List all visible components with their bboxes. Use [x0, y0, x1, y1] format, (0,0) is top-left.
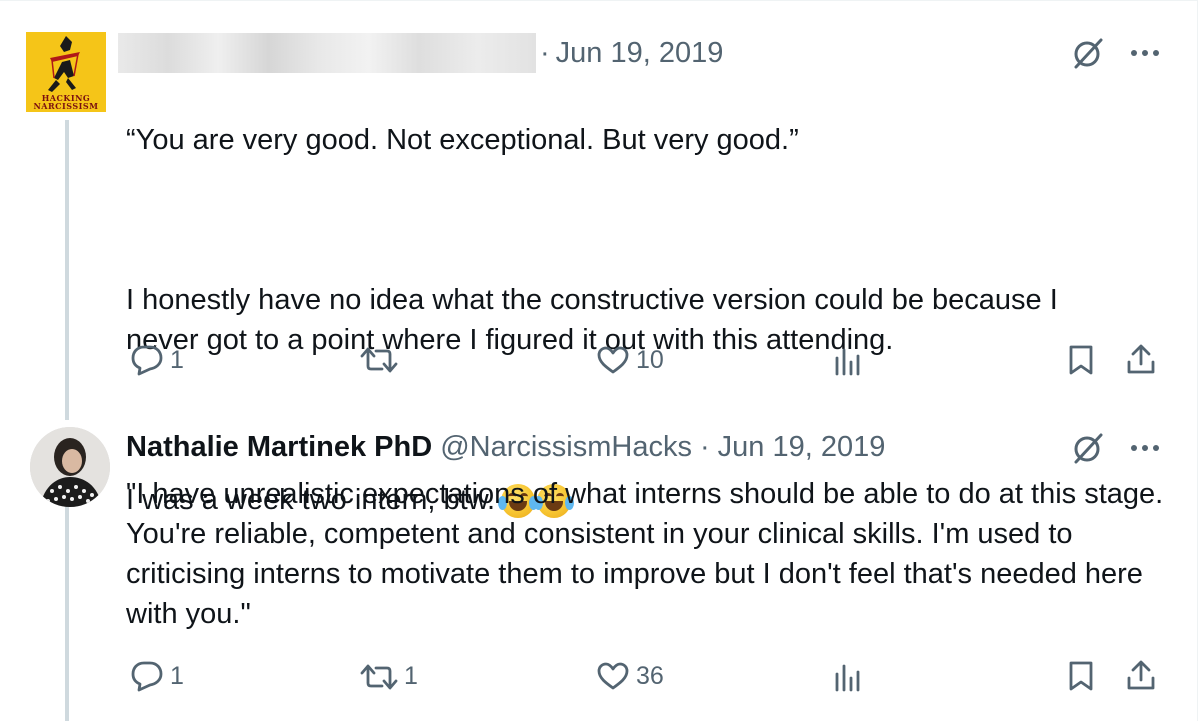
like-icon — [597, 662, 629, 690]
redacted-author-name[interactable] — [118, 33, 536, 73]
tweet-header: Nathalie Martinek PhD @NarcissismHacks ·… — [126, 427, 885, 467]
reply-icon — [131, 345, 163, 376]
bookmark-icon — [1069, 661, 1093, 691]
reply-button[interactable]: 1 — [130, 344, 184, 376]
reply-count: 1 — [170, 661, 184, 690]
bookmark-button[interactable] — [1068, 660, 1094, 692]
avatar-label: HACKING NARCISSISM — [33, 93, 99, 111]
avatar[interactable] — [30, 427, 110, 507]
like-button[interactable]: 10 — [596, 345, 664, 375]
more-icon[interactable] — [1130, 444, 1160, 452]
bookmark-icon — [1069, 345, 1093, 375]
retweet-count: 1 — [404, 662, 418, 690]
user-handle[interactable]: @NarcissismHacks — [440, 431, 692, 464]
tweet-text: "I have unrealistic expectations of what… — [126, 478, 1164, 630]
tweet-date[interactable]: Jun 19, 2019 — [718, 431, 886, 464]
profile-photo-icon — [30, 427, 110, 507]
retweet-button[interactable] — [360, 346, 404, 374]
reply-button[interactable]: 1 — [130, 660, 184, 692]
reply-count: 1 — [170, 345, 184, 374]
avatar[interactable]: HACKING NARCISSISM — [26, 32, 106, 112]
separator: · — [699, 430, 710, 463]
views-icon — [835, 348, 860, 376]
tweet-date[interactable]: Jun 19, 2019 — [556, 37, 724, 70]
grok-icon[interactable] — [1072, 431, 1104, 465]
share-icon — [1127, 660, 1155, 690]
reply-icon — [131, 661, 163, 692]
tweet-top-icons — [1072, 431, 1160, 465]
views-button[interactable] — [834, 346, 862, 376]
retweet-icon — [360, 347, 398, 373]
thread-line — [65, 120, 69, 420]
display-name[interactable]: Nathalie Martinek PhD — [126, 431, 432, 464]
tweet-header: · Jun 19, 2019 — [118, 33, 723, 73]
views-icon — [835, 664, 860, 692]
more-icon[interactable] — [1130, 49, 1160, 57]
like-count: 36 — [636, 661, 664, 690]
share-button[interactable] — [1126, 344, 1156, 376]
thread-line — [65, 506, 69, 721]
tweet-top-icons — [1072, 36, 1160, 70]
retweet-icon — [360, 664, 398, 689]
grok-icon[interactable] — [1072, 36, 1104, 70]
separator: · — [540, 36, 550, 69]
views-button[interactable] — [834, 662, 862, 692]
retweet-button[interactable]: 1 — [360, 662, 418, 691]
bookmark-button[interactable] — [1068, 344, 1094, 376]
like-button[interactable]: 36 — [596, 661, 664, 691]
share-button[interactable] — [1126, 660, 1156, 692]
like-icon — [597, 346, 629, 374]
share-icon — [1127, 344, 1155, 374]
like-count: 10 — [636, 345, 664, 374]
tweet-paragraph: “You are very good. Not exceptional. But… — [126, 124, 799, 156]
